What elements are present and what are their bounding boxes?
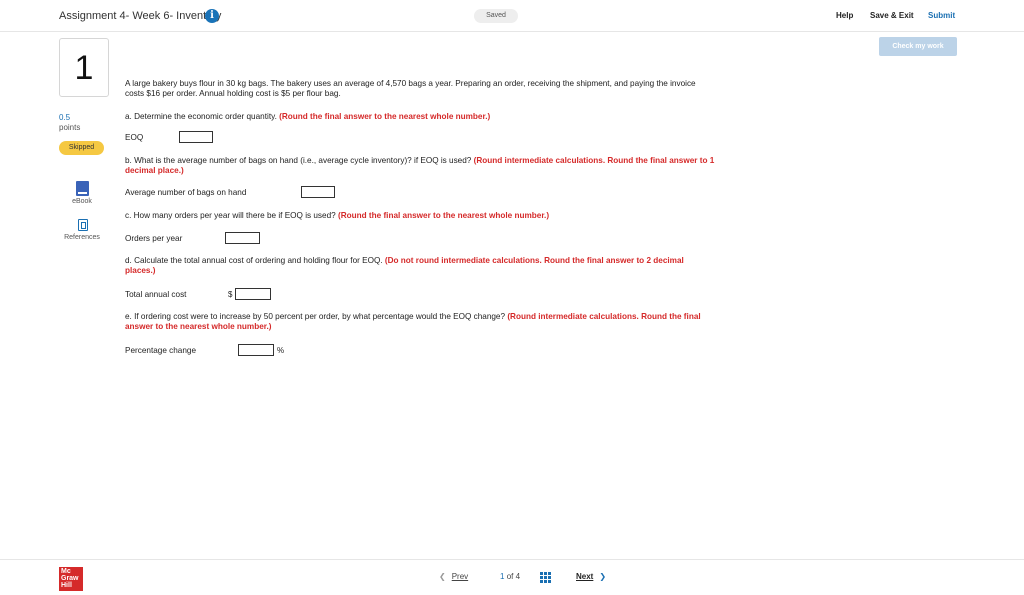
- prev-label: Prev: [451, 572, 469, 581]
- ebook-icon[interactable]: [76, 181, 89, 196]
- logo-line-1: Mc: [61, 568, 71, 575]
- eoq-input[interactable]: [179, 131, 213, 143]
- next-label: Next: [576, 572, 594, 581]
- check-my-work-button[interactable]: Check my work: [879, 37, 957, 56]
- references-icon[interactable]: [78, 219, 88, 231]
- percentage-change-input[interactable]: [238, 344, 274, 356]
- eoq-label: EOQ: [125, 133, 144, 142]
- points-label: points: [59, 123, 81, 132]
- page-indicator[interactable]: 1 of 4: [500, 572, 520, 581]
- ebook-link[interactable]: eBook: [59, 198, 105, 205]
- info-icon[interactable]: i: [205, 9, 219, 23]
- page-of: of: [506, 572, 514, 581]
- help-button[interactable]: Help: [836, 11, 853, 20]
- question-intro: A large bakery buys flour in 30 kg bags.…: [125, 79, 696, 98]
- total-annual-cost-label: Total annual cost: [125, 290, 187, 299]
- part-c-instruction: (Round the final answer to the nearest w…: [337, 211, 550, 220]
- part-d-prompt: d. Calculate the total annual cost of or…: [125, 256, 715, 276]
- part-d-text: d. Calculate the total annual cost of or…: [125, 256, 383, 265]
- part-c-prompt: c. How many orders per year will there b…: [125, 211, 715, 221]
- orders-per-year-input[interactable]: [225, 232, 260, 244]
- part-b-prompt: b. What is the average number of bags on…: [125, 156, 715, 176]
- next-button[interactable]: Next ❯: [576, 572, 606, 581]
- percent-suffix: %: [277, 346, 285, 355]
- skipped-status-badge: Skipped: [59, 141, 104, 155]
- top-bar: Assignment 4- Week 6- Inventory i Saved …: [0, 0, 1024, 32]
- orders-per-year-label: Orders per year: [125, 234, 183, 243]
- prev-button[interactable]: ❮ Prev: [439, 572, 468, 581]
- points-value: 0.5: [59, 113, 71, 122]
- question-number: 1: [59, 38, 109, 97]
- mcgraw-hill-logo: Mc Graw Hill: [59, 567, 83, 591]
- part-b-text: b. What is the average number of bags on…: [125, 156, 472, 165]
- part-a-prompt: a. Determine the economic order quantity…: [125, 112, 715, 122]
- dollar-prefix: $: [228, 290, 233, 299]
- save-exit-button[interactable]: Save & Exit: [870, 11, 914, 20]
- total-annual-cost-input[interactable]: [235, 288, 271, 300]
- part-d-answer-row: Total annual cost $: [125, 288, 285, 302]
- logo-line-2: Graw: [61, 575, 79, 582]
- page-total: 4: [515, 572, 521, 581]
- logo-line-3: Hill: [61, 582, 72, 589]
- percentage-change-label: Percentage change: [125, 346, 197, 355]
- chevron-right-icon: ❯: [599, 572, 607, 581]
- part-b-answer-row: Average number of bags on hand: [125, 186, 345, 200]
- part-a-text: a. Determine the economic order quantity…: [125, 112, 277, 121]
- average-bags-label: Average number of bags on hand: [125, 188, 247, 197]
- assignment-title: Assignment 4- Week 6- Inventory: [59, 10, 222, 22]
- submit-button[interactable]: Submit: [928, 11, 955, 20]
- part-e-prompt: e. If ordering cost were to increase by …: [125, 312, 715, 332]
- part-c-answer-row: Orders per year: [125, 232, 275, 246]
- part-a-instruction: (Round the final answer to the nearest w…: [279, 112, 491, 121]
- part-a-answer-row: EOQ: [125, 131, 225, 145]
- chevron-left-icon: ❮: [439, 572, 446, 581]
- part-e-answer-row: Percentage change %: [125, 344, 295, 358]
- part-c-text: c. How many orders per year will there b…: [125, 211, 336, 220]
- part-e-text: e. If ordering cost were to increase by …: [125, 312, 506, 321]
- grid-view-icon[interactable]: [540, 572, 551, 583]
- page-current: 1: [500, 572, 505, 581]
- average-bags-input[interactable]: [301, 186, 335, 198]
- saved-status-badge: Saved: [474, 9, 518, 23]
- references-link[interactable]: References: [59, 234, 105, 241]
